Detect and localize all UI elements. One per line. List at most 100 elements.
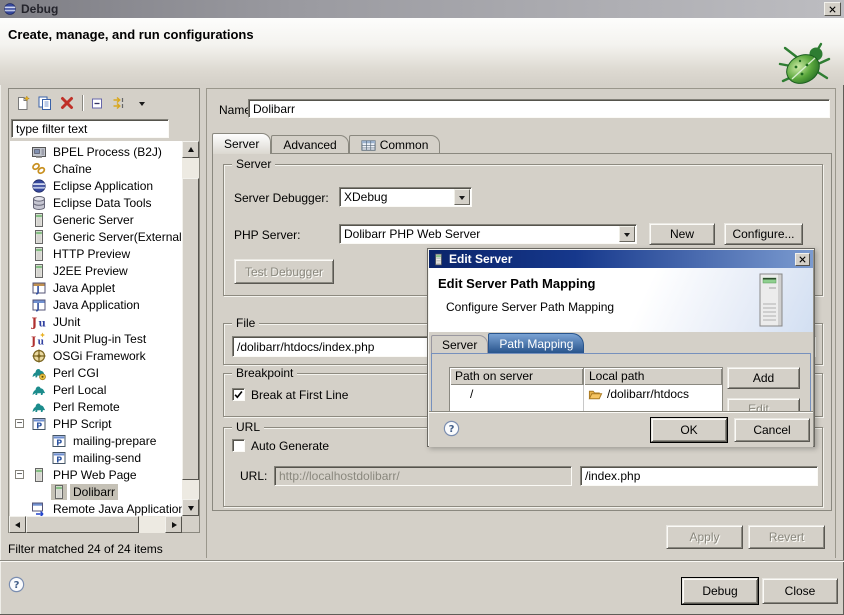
tab-path-mapping[interactable]: Path Mapping xyxy=(488,333,584,353)
tree-item-label: Java Applet xyxy=(50,280,118,296)
tree-item-remote-java-application[interactable]: Remote Java Application xyxy=(10,500,182,516)
tree-item-eclipse-application[interactable]: Eclipse Application xyxy=(10,177,182,194)
collapse-all-icon xyxy=(90,95,106,111)
vertical-scroll-thumb[interactable] xyxy=(182,178,199,480)
filter-icon xyxy=(112,95,128,111)
new-config-button[interactable] xyxy=(14,94,32,112)
php-script-icon xyxy=(31,416,47,432)
path-mapping-rows: //dolibarr/htdocs xyxy=(450,385,722,403)
revert-button[interactable]: Revert xyxy=(748,525,825,549)
help-icon[interactable] xyxy=(8,576,25,593)
ok-button[interactable]: OK xyxy=(651,418,727,442)
tree-item-generic-server-external-la[interactable]: Generic Server(External La xyxy=(10,228,182,245)
configure-server-button[interactable]: Configure... xyxy=(724,223,803,245)
dialog-help-icon[interactable] xyxy=(443,420,460,437)
tree-item-generic-server[interactable]: Generic Server xyxy=(10,211,182,228)
test-debugger-button[interactable]: Test Debugger xyxy=(234,259,334,284)
url-path-input[interactable] xyxy=(580,466,818,486)
window-title: Debug xyxy=(21,2,58,16)
tree-item-label: Eclipse Application xyxy=(50,178,156,194)
tab-server-settings[interactable]: Server xyxy=(431,335,488,353)
config-sidebar: BPEL Process (B2J)ChaîneEclipse Applicat… xyxy=(8,88,200,533)
collapse-all-button[interactable] xyxy=(89,94,107,112)
edit-server-close-button[interactable] xyxy=(795,253,810,266)
server-debugger-select[interactable]: XDebug xyxy=(339,187,472,207)
php-server-label: PHP Server: xyxy=(234,228,300,242)
close-button[interactable]: Close xyxy=(762,578,838,604)
dropdown-arrow-icon[interactable] xyxy=(454,189,470,205)
tree-item-dolibarr[interactable]: Dolibarr xyxy=(10,483,182,500)
tree-item-junit-plug-in-test[interactable]: JUnit Plug-in Test xyxy=(10,330,182,347)
path-mapping-row[interactable]: //dolibarr/htdocs xyxy=(450,385,722,403)
tree-collapse-toggle[interactable]: − xyxy=(15,470,24,479)
tab-advanced-label: Advanced xyxy=(283,138,336,152)
dropdown-arrow-icon[interactable] xyxy=(619,226,635,242)
tree-item-perl-remote[interactable]: Perl Remote xyxy=(10,398,182,415)
apply-button[interactable]: Apply xyxy=(666,525,743,549)
config-tree: BPEL Process (B2J)ChaîneEclipse Applicat… xyxy=(10,141,182,516)
tree-vertical-scrollbar[interactable] xyxy=(182,141,199,516)
tree-item-http-preview[interactable]: HTTP Preview xyxy=(10,245,182,262)
filter-input[interactable] xyxy=(11,119,169,138)
osgi-icon xyxy=(31,348,47,364)
break-at-first-line-checkbox[interactable] xyxy=(232,388,245,401)
tree-item-mailing-prepare[interactable]: mailing-prepare xyxy=(10,432,182,449)
folder-icon xyxy=(588,387,603,402)
tree-item-junit[interactable]: JUnit xyxy=(10,313,182,330)
tree-item-perl-cgi[interactable]: Perl CGI xyxy=(10,364,182,381)
url-group-label: URL xyxy=(232,420,264,434)
edit-server-title: Edit Server xyxy=(449,252,512,266)
tree-item-java-application[interactable]: Java Application xyxy=(10,296,182,313)
scroll-left-button[interactable] xyxy=(9,516,26,533)
tree-item-label: OSGi Framework xyxy=(50,348,149,364)
auto-generate-checkbox[interactable] xyxy=(232,439,245,452)
dialog-subheading: Configure Server Path Mapping xyxy=(446,300,614,314)
tree-item-osgi-framework[interactable]: OSGi Framework xyxy=(10,347,182,364)
tree-item-perl-local[interactable]: Perl Local xyxy=(10,381,182,398)
breakpoint-group-label: Breakpoint xyxy=(232,366,297,380)
debug-button[interactable]: Debug xyxy=(682,578,758,604)
window-titlebar[interactable]: Debug xyxy=(0,0,844,18)
menu-dropdown-button[interactable] xyxy=(133,94,151,112)
edit-server-dialog: Edit Server Edit Server Path Mapping Con… xyxy=(427,248,815,447)
edit-button[interactable]: Edit... xyxy=(727,398,800,411)
tab-server[interactable]: Server xyxy=(212,133,271,154)
tree-item-eclipse-data-tools[interactable]: Eclipse Data Tools xyxy=(10,194,182,211)
tree-item-j2ee-preview[interactable]: J2EE Preview xyxy=(10,262,182,279)
name-input[interactable] xyxy=(248,99,830,118)
tree-item-mailing-send[interactable]: mailing-send xyxy=(10,449,182,466)
window-close-button[interactable] xyxy=(824,2,841,16)
scroll-down-button[interactable] xyxy=(182,499,199,516)
tree-horizontal-scrollbar[interactable] xyxy=(9,516,182,533)
tab-common-label: Common xyxy=(380,138,429,152)
tree-item-label: PHP Web Page xyxy=(50,467,140,483)
horizontal-scroll-thumb[interactable] xyxy=(26,516,139,533)
tree-item-cha-ne[interactable]: Chaîne xyxy=(10,160,182,177)
tree-item-java-applet[interactable]: Java Applet xyxy=(10,279,182,296)
column-local-path[interactable]: Local path xyxy=(584,368,722,385)
cancel-button[interactable]: Cancel xyxy=(734,418,810,442)
tree-item-php-script[interactable]: −PHP Script xyxy=(10,415,182,432)
menu-dropdown-icon xyxy=(139,102,145,109)
add-button[interactable]: Add xyxy=(727,367,800,389)
server-icon xyxy=(432,253,445,266)
tree-item-label: HTTP Preview xyxy=(50,246,133,262)
php-file-icon xyxy=(51,450,67,466)
delete-config-button[interactable] xyxy=(58,94,76,112)
scroll-up-button[interactable] xyxy=(182,141,199,158)
tree-collapse-toggle[interactable]: − xyxy=(15,419,24,428)
new-server-button[interactable]: New xyxy=(649,223,715,245)
column-path-on-server[interactable]: Path on server xyxy=(450,368,584,385)
tree-item-bpel-process-b2j[interactable]: BPEL Process (B2J) xyxy=(10,143,182,160)
tree-item-php-web-page[interactable]: − PHP Web Page xyxy=(10,466,182,483)
php-web-icon xyxy=(31,467,47,483)
filter-button[interactable] xyxy=(111,94,129,112)
edit-server-titlebar[interactable]: Edit Server xyxy=(429,250,813,268)
php-server-select[interactable]: Dolibarr PHP Web Server xyxy=(339,224,637,244)
tab-common[interactable]: Common xyxy=(349,135,441,154)
tab-advanced[interactable]: Advanced xyxy=(271,135,348,154)
path-mapping-panel: Path on server Local path //dolibarr/htd… xyxy=(431,353,811,411)
table-icon xyxy=(361,138,376,153)
scroll-right-button[interactable] xyxy=(165,516,182,533)
duplicate-config-button[interactable] xyxy=(36,94,54,112)
